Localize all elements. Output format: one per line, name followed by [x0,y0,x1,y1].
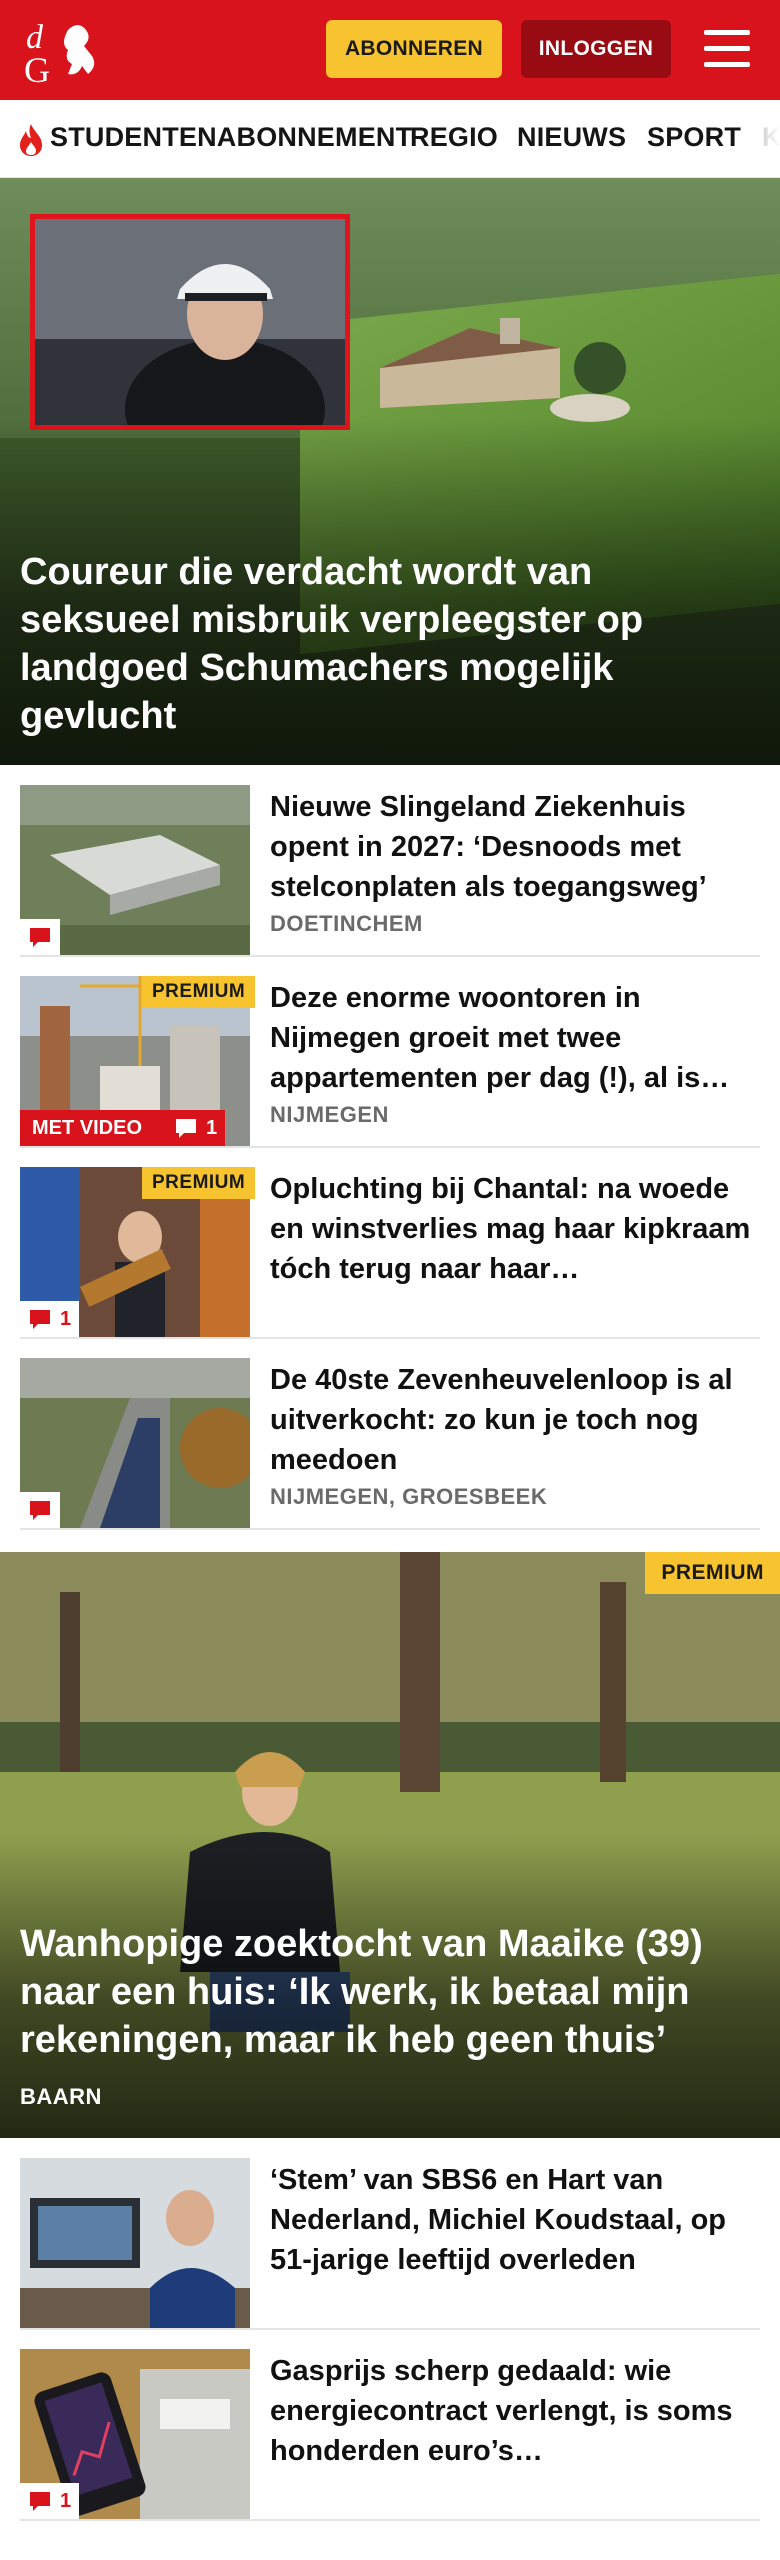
article-title[interactable]: Opluchting bij Chantal: na woede en wins… [270,1169,760,1289]
article-thumbnail [20,2158,250,2328]
premium-badge: PREMIUM [142,1167,256,1199]
hero-headline[interactable]: Coureur die verdacht wordt van seksueel … [20,548,740,740]
comment-count: 1 [206,1116,218,1139]
comment-icon [30,1501,50,1520]
hero-inset-photo [30,214,350,430]
comment-count: 1 [60,1307,72,1330]
comment-badge[interactable]: 1 [166,1110,226,1146]
dg-logo[interactable]: d G [22,14,112,86]
list-item[interactable]: PREMIUM 1 Opluchting bij Chantal: na woe… [20,1167,760,1339]
article-region: NIJMEGEN, GROESBEEK [270,1484,548,1509]
hero-article[interactable]: Coureur die verdacht wordt van seksueel … [0,178,780,765]
svg-text:G: G [24,50,50,86]
hamburger-menu-icon[interactable] [700,26,754,72]
article-title[interactable]: De 40ste Zevenheuvelenloop is al uitverk… [270,1360,760,1480]
article-region: DOETINCHEM [270,911,423,936]
comment-badge[interactable]: 1 [20,1301,80,1337]
nav-item-regio[interactable]: REGIO [410,122,498,153]
comment-badge[interactable] [20,1492,60,1528]
comment-count: 1 [60,2489,72,2512]
comment-icon [30,2492,50,2511]
flame-icon [20,124,42,156]
nav-item-studentenabonnement[interactable]: STUDENTENABONNEMENT [50,122,412,153]
feature-headline[interactable]: Wanhopige zoektocht van Maaike (39) naar… [20,1920,760,2064]
list-item[interactable]: De 40ste Zevenheuvelenloop is al uitverk… [20,1358,760,1530]
feature-region: BAARN [20,2084,102,2109]
article-title[interactable]: ‘Stem’ van SBS6 en Hart van Nederland, M… [270,2160,760,2280]
feature-article[interactable]: PREMIUM Wanhopige zoektocht van Maaike (… [0,1552,780,2138]
list-item[interactable]: 1 Gasprijs scherp gedaald: wie energieco… [20,2349,760,2521]
list-item[interactable]: Nieuwe Slingeland Ziekenhuis opent in 20… [20,785,760,957]
nav-item-nieuws[interactable]: NIEUWS [517,122,626,153]
nav-item-sport[interactable]: SPORT [647,122,741,153]
video-badge[interactable]: MET VIDEO [20,1110,166,1146]
subscribe-button[interactable]: ABONNEREN [326,20,502,78]
comment-icon [30,1310,50,1329]
comment-badge[interactable]: 1 [20,2483,80,2519]
login-button[interactable]: INLOGGEN [521,20,671,78]
list-item[interactable]: ‘Stem’ van SBS6 en Hart van Nederland, M… [20,2158,760,2330]
list-item[interactable]: PREMIUM MET VIDEO 1 Deze enorme woontore… [20,976,760,1148]
comment-badge[interactable] [20,919,60,955]
article-title[interactable]: Gasprijs scherp gedaald: wie energiecont… [270,2351,760,2471]
comment-icon [30,928,50,947]
article-title[interactable]: Deze enorme woontoren in Nijmegen groeit… [270,978,760,1098]
nav-fade [740,100,780,177]
premium-badge: PREMIUM [645,1552,780,1594]
comment-icon [176,1119,196,1138]
section-nav: STUDENTENABONNEMENT REGIO NIEUWS SPORT K [0,100,780,178]
article-title[interactable]: Nieuwe Slingeland Ziekenhuis opent in 20… [270,787,760,907]
hero-estate-image [380,318,630,422]
top-bar: d G ABONNEREN INLOGGEN [0,0,780,100]
premium-badge: PREMIUM [142,976,256,1008]
article-region: NIJMEGEN [270,1102,389,1127]
